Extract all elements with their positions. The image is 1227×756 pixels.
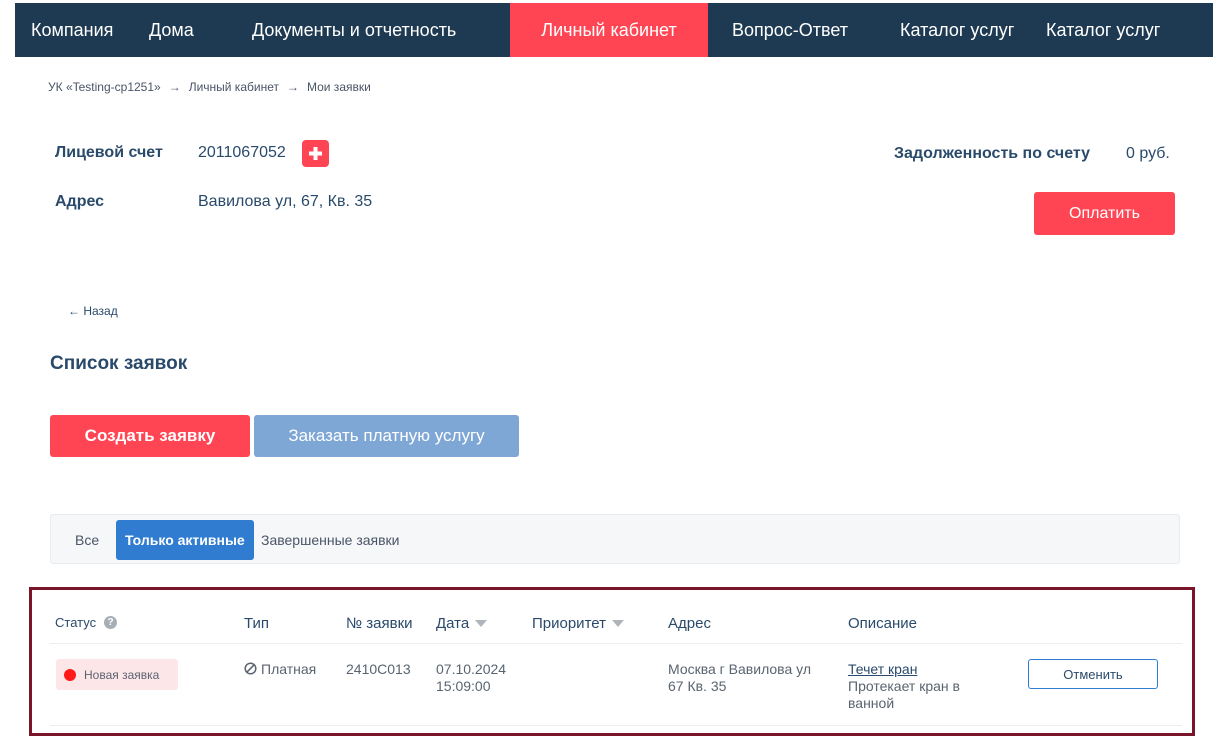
header-address: Адрес (668, 615, 711, 632)
header-status: Статус ? (55, 615, 118, 630)
top-navigation: Компания Дома Документы и отчетность Лич… (15, 3, 1213, 57)
description-text: Протекает кран в (848, 678, 960, 694)
type-cell: Платная (244, 661, 316, 678)
header-type-label: Тип (244, 615, 270, 632)
status-text: Новая заявка (84, 667, 160, 682)
create-request-button[interactable]: Создать заявку (50, 415, 250, 457)
address-cell: Москва г Вавилова ул 67 Кв. 35 (668, 661, 811, 695)
nav-item-houses[interactable]: Дома (133, 3, 236, 57)
tab-completed[interactable]: Завершенные заявки (261, 520, 399, 560)
header-date-label: Дата (436, 615, 470, 632)
description-cell: Течет кран Протекает кран в ванной (848, 661, 998, 712)
description-text: ванной (848, 695, 895, 711)
debt-label: Задолженность по счету (894, 145, 1091, 162)
breadcrumb-company[interactable]: УК «Testing-cp1251» (48, 80, 161, 94)
nav-item-documents[interactable]: Документы и отчетность (236, 3, 510, 57)
date-value: 07.10.2024 (436, 661, 507, 677)
breadcrumb-my-requests: Мои заявки (306, 80, 371, 94)
cancel-request-button[interactable]: Отменить (1028, 659, 1158, 689)
header-type: Тип (244, 615, 269, 632)
date-cell: 07.10.2024 15:09:00 (436, 661, 506, 695)
address-value: Вавилова ул, 67, Кв. 35 (198, 193, 373, 210)
account-number: 2011067052 (198, 144, 286, 161)
header-address-label: Адрес (668, 615, 711, 632)
breadcrumb-separator: → (168, 80, 181, 94)
pay-button[interactable]: Оплатить (1034, 192, 1175, 235)
address-line: 67 Кв. 35 (668, 678, 727, 694)
address-label: Адрес (55, 193, 105, 210)
account-label: Лицевой счет (55, 144, 163, 161)
add-account-button[interactable] (302, 140, 329, 167)
header-number-label: № заявки (346, 615, 413, 632)
breadcrumb: УК «Testing-cp1251» → Личный кабинет → М… (48, 80, 371, 94)
sort-caret-icon (611, 620, 624, 627)
prohibited-circle-icon (244, 662, 257, 675)
breadcrumb-separator: → (286, 80, 299, 94)
tab-active-only[interactable]: Только активные (116, 520, 254, 560)
header-priority-label: Приоритет (532, 615, 606, 632)
address-line: Москва г Вавилова ул (668, 661, 811, 677)
status-dot-icon (64, 668, 76, 681)
type-text: Платная (261, 661, 317, 677)
help-icon[interactable]: ? (104, 616, 118, 629)
divider (50, 725, 1182, 726)
divider (50, 643, 1182, 644)
back-link[interactable]: ← Назад (68, 304, 118, 318)
status-badge: Новая заявка (56, 659, 178, 690)
request-title-link[interactable]: Течет кран (848, 661, 998, 678)
filter-tabs: Все Только активные Завершенные заявки (50, 514, 1180, 564)
request-number: 2410C013 (346, 661, 411, 677)
header-description: Описание (848, 615, 917, 632)
debt-value: 0 руб. (1126, 145, 1170, 162)
header-date[interactable]: Дата (436, 615, 488, 632)
header-description-label: Описание (848, 615, 918, 632)
header-priority[interactable]: Приоритет (532, 615, 624, 632)
nav-item-services-catalog[interactable]: Каталог услуг (878, 3, 1046, 57)
breadcrumb-personal-account[interactable]: Личный кабинет (189, 80, 279, 94)
order-paid-service-button[interactable]: Заказать платную услугу (254, 415, 519, 457)
requests-table: Статус ? Тип № заявки Дата Приоритет Адр… (29, 587, 1195, 736)
page-title: Список заявок (50, 353, 188, 374)
nav-item-personal-account[interactable]: Личный кабинет (510, 3, 708, 57)
nav-item-faq[interactable]: Вопрос-Ответ (708, 3, 878, 57)
tab-all[interactable]: Все (75, 520, 99, 560)
sort-caret-icon (475, 620, 488, 627)
nav-item-company[interactable]: Компания (15, 3, 133, 57)
plus-icon (309, 147, 322, 160)
time-value: 15:09:00 (436, 678, 491, 694)
header-status-label: Статус (55, 615, 97, 630)
header-number: № заявки (346, 615, 413, 632)
nav-item-services-catalog-2[interactable]: Каталог услуг (1046, 3, 1213, 57)
